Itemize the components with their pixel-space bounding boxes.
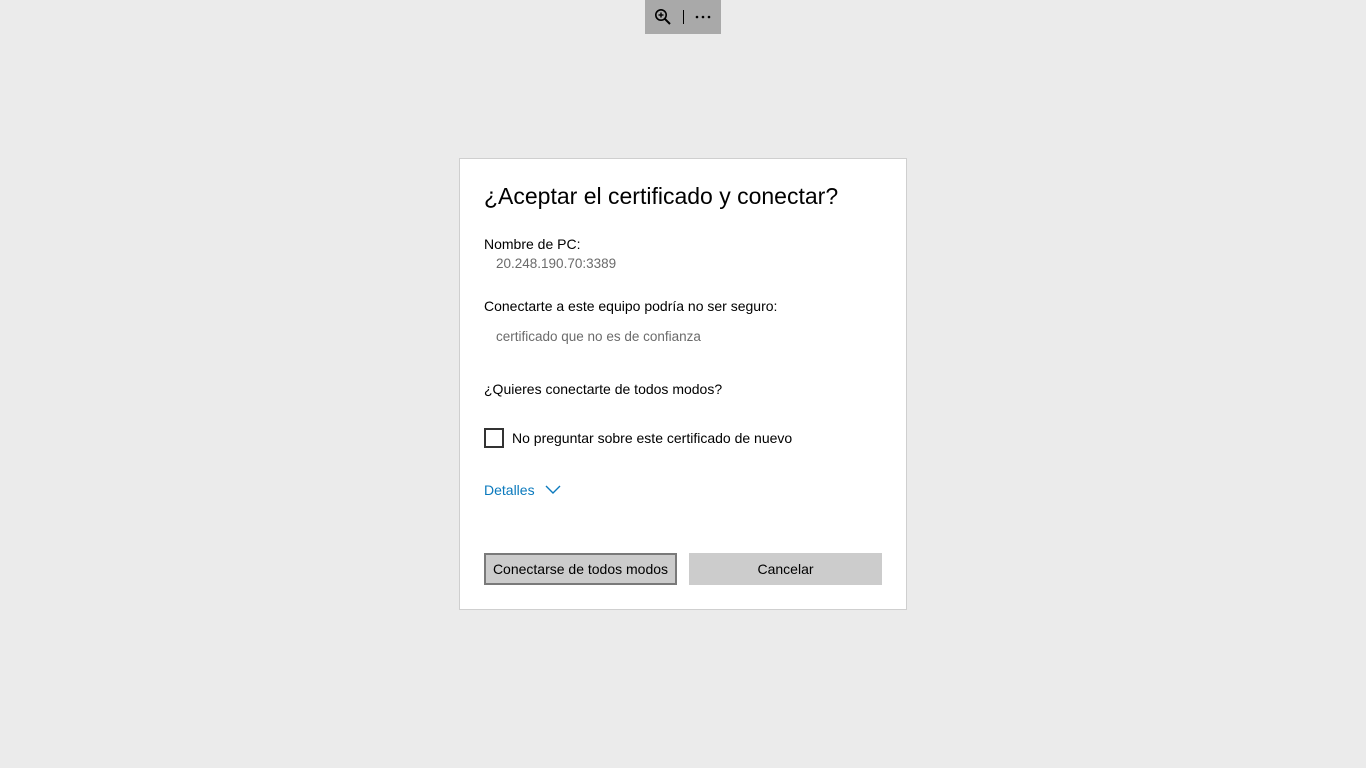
dont-ask-again-checkbox[interactable] [484,428,504,448]
details-label: Detalles [484,482,535,498]
warning-label: Conectarte a este equipo podría no ser s… [484,298,778,314]
zoom-in-icon[interactable] [653,7,673,27]
toolbar-separator [682,10,684,24]
pc-name-label: Nombre de PC: [484,236,581,252]
dialog-title: ¿Aceptar el certificado y conectar? [484,183,839,209]
dont-ask-again-label: No preguntar sobre este certificado de n… [512,430,793,446]
certificate-dialog: ¿Aceptar el certificado y conectar? Nomb… [459,158,907,610]
details-toggle[interactable]: Detalles [484,482,561,498]
connect-anyway-button[interactable]: Conectarse de todos modos [484,553,677,585]
dont-ask-again-row[interactable]: No preguntar sobre este certificado de n… [484,428,792,448]
warning-value: certificado que no es de confianza [496,329,701,344]
connect-question: ¿Quieres conectarte de todos modos? [484,381,723,397]
more-options-icon[interactable] [693,7,713,27]
cancel-button[interactable]: Cancelar [689,553,882,585]
session-toolbar [645,0,721,34]
chevron-down-icon [545,485,561,494]
pc-name-value: 20.248.190.70:3389 [496,256,617,271]
